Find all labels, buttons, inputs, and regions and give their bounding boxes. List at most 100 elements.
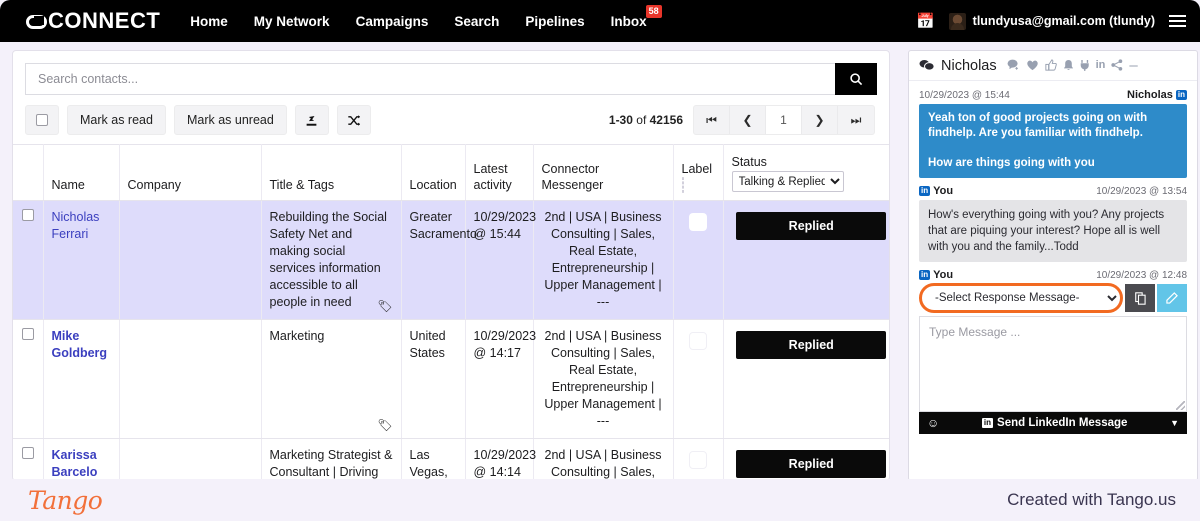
cell-location: Las Vegas, NV xyxy=(401,438,466,480)
table-body: Nicholas Ferrari Rebuilding the Social Sa… xyxy=(13,200,889,480)
tango-credit: Created with Tango.us xyxy=(1007,490,1176,509)
shuffle-button[interactable] xyxy=(336,105,371,135)
chevron-down-icon[interactable]: ▼ xyxy=(1170,418,1179,428)
shuffle-icon xyxy=(348,114,360,126)
calendar-icon[interactable]: 📅 xyxy=(916,14,935,29)
next-page-button[interactable]: ❯ xyxy=(802,106,838,134)
list-toolbar: Mark as read Mark as unread 1-30 of 4215… xyxy=(13,95,889,144)
message-sender: Nicholas in xyxy=(1127,89,1187,101)
chat-message: 10/29/2023 @ 15:44 Nicholas in Yeah ton … xyxy=(919,89,1187,178)
inbox-unread-badge: 58 xyxy=(645,4,662,18)
label-filter-box[interactable] xyxy=(681,177,684,193)
send-linkedin-message-button[interactable]: in Send LinkedIn Message xyxy=(939,417,1170,429)
row-checkbox[interactable] xyxy=(21,328,34,340)
chat-message: in You 10/29/2023 @ 13:54 How's everythi… xyxy=(919,185,1187,262)
row-checkbox[interactable] xyxy=(21,209,34,221)
message-input[interactable] xyxy=(920,317,1186,411)
nav-campaigns[interactable]: Campaigns xyxy=(356,14,429,29)
brand-text: CONNECT xyxy=(48,8,161,33)
th-location[interactable]: Location xyxy=(401,144,466,201)
contact-name-link[interactable]: Karissa Barcelo xyxy=(52,448,98,479)
label-swatch[interactable] xyxy=(689,451,707,469)
app-logo[interactable]: CONNECT xyxy=(26,8,160,34)
title-text: Marketing xyxy=(269,329,325,343)
linkedin-icon[interactable]: in xyxy=(1096,60,1106,71)
status-button[interactable]: Replied xyxy=(736,212,887,240)
row-checkbox-cell[interactable] xyxy=(13,200,44,320)
row-checkbox[interactable] xyxy=(21,447,34,459)
nav-home[interactable]: Home xyxy=(190,14,228,29)
nav-my-network[interactable]: My Network xyxy=(254,14,330,29)
table-row[interactable]: Karissa Barcelo Marketing Strategist & Co… xyxy=(13,438,889,480)
cell-label[interactable] xyxy=(673,319,724,439)
cell-company xyxy=(119,319,262,439)
table-row[interactable]: Nicholas Ferrari Rebuilding the Social Sa… xyxy=(13,200,889,320)
mark-as-read-button[interactable]: Mark as read xyxy=(67,105,166,135)
first-page-button[interactable]: ⏮ xyxy=(694,106,730,134)
label-swatch[interactable] xyxy=(689,332,707,350)
table-row[interactable]: Mike Goldberg Marketing 🏷 United States 10/2… xyxy=(13,319,889,439)
response-message-select[interactable]: -Select Response Message- xyxy=(924,287,1120,309)
table-header: Name Company Title & Tags Location Lates… xyxy=(13,144,889,201)
cell-latest-activity: 10/29/2023 @ 14:17 xyxy=(465,319,536,439)
minimize-icon[interactable]: – xyxy=(1129,58,1137,73)
th-name[interactable]: Name xyxy=(43,144,120,201)
plug-icon[interactable] xyxy=(1080,59,1090,73)
cell-title-tags: Rebuilding the Social Safety Net and mak… xyxy=(261,200,402,320)
th-checkbox xyxy=(13,144,44,201)
select-all-checkbox[interactable] xyxy=(25,105,59,135)
cell-status: Replied xyxy=(723,200,889,320)
heart-icon[interactable] xyxy=(1026,59,1039,73)
message-timestamp: 10/29/2023 @ 13:54 xyxy=(1096,185,1187,197)
contact-name-link[interactable]: Mike Goldberg xyxy=(52,329,108,360)
th-status: Status Talking & RepliedAllRepliedTalkin… xyxy=(723,144,889,201)
last-page-button[interactable]: ⏭ xyxy=(838,106,874,134)
current-page-value[interactable]: 1 xyxy=(766,106,802,134)
message-bubble-outgoing: How's everything going with you? Any pro… xyxy=(919,200,1187,262)
chat-message: in You 10/29/2023 @ 12:48 xyxy=(919,269,1187,281)
th-connector-messenger[interactable]: Connector Messenger xyxy=(533,144,674,201)
archive-button[interactable] xyxy=(294,105,329,135)
cell-label[interactable] xyxy=(673,200,724,320)
search-input[interactable] xyxy=(25,63,835,95)
copy-button[interactable] xyxy=(1125,284,1155,312)
row-checkbox-cell[interactable] xyxy=(13,319,44,439)
cell-location: Greater Sacramento xyxy=(401,200,477,320)
cell-company xyxy=(119,438,262,480)
edit-button[interactable] xyxy=(1157,284,1187,312)
linkedin-icon: in xyxy=(919,270,931,280)
row-checkbox-cell[interactable] xyxy=(13,438,44,480)
pagination-of: of xyxy=(636,113,647,127)
nav-pipelines[interactable]: Pipelines xyxy=(525,14,584,29)
user-account-chip[interactable]: tlundyusa@gmail.com (tlundy) xyxy=(948,12,1155,30)
cell-label[interactable] xyxy=(673,438,724,480)
status-filter-select[interactable]: Talking & RepliedAllRepliedTalking xyxy=(731,171,844,192)
chat-bubbles-icon xyxy=(919,59,935,75)
search-button[interactable] xyxy=(835,63,877,95)
archive-icon xyxy=(306,115,317,126)
cell-connector-messenger: 2nd | USA | Business Consulting | Sales,… xyxy=(533,438,674,480)
th-latest-activity[interactable]: Latest activity xyxy=(465,144,534,201)
nav-search[interactable]: Search xyxy=(454,14,499,29)
add-comment-icon[interactable] xyxy=(1007,59,1020,73)
contact-name-link[interactable]: Nicholas Ferrari xyxy=(52,210,100,241)
message-timestamp: 10/29/2023 @ 12:48 xyxy=(1096,269,1187,281)
cell-latest-activity: 10/29/2023 @ 14:14 xyxy=(465,438,536,480)
nav-inbox[interactable]: Inbox 58 xyxy=(611,4,662,29)
previous-page-button[interactable]: ❮ xyxy=(730,106,766,134)
hamburger-menu-icon[interactable] xyxy=(1169,15,1186,27)
th-company[interactable]: Company xyxy=(119,144,262,201)
status-button[interactable]: Replied xyxy=(736,450,887,478)
label-swatch[interactable] xyxy=(689,213,707,231)
thumbs-up-icon[interactable] xyxy=(1044,58,1057,73)
th-title-tags[interactable]: Title & Tags xyxy=(261,144,402,201)
emoji-icon[interactable]: ☺ xyxy=(927,416,939,430)
mark-as-unread-button[interactable]: Mark as unread xyxy=(173,105,287,135)
contacts-panel: Mark as read Mark as unread xyxy=(12,50,890,481)
tag-icon[interactable]: 🏷 xyxy=(377,298,392,315)
tag-icon[interactable]: 🏷 xyxy=(377,417,392,434)
bell-icon[interactable] xyxy=(1063,59,1074,73)
share-icon[interactable] xyxy=(1111,58,1123,73)
body-area: Mark as read Mark as unread xyxy=(0,42,1200,481)
status-button[interactable]: Replied xyxy=(736,331,887,359)
